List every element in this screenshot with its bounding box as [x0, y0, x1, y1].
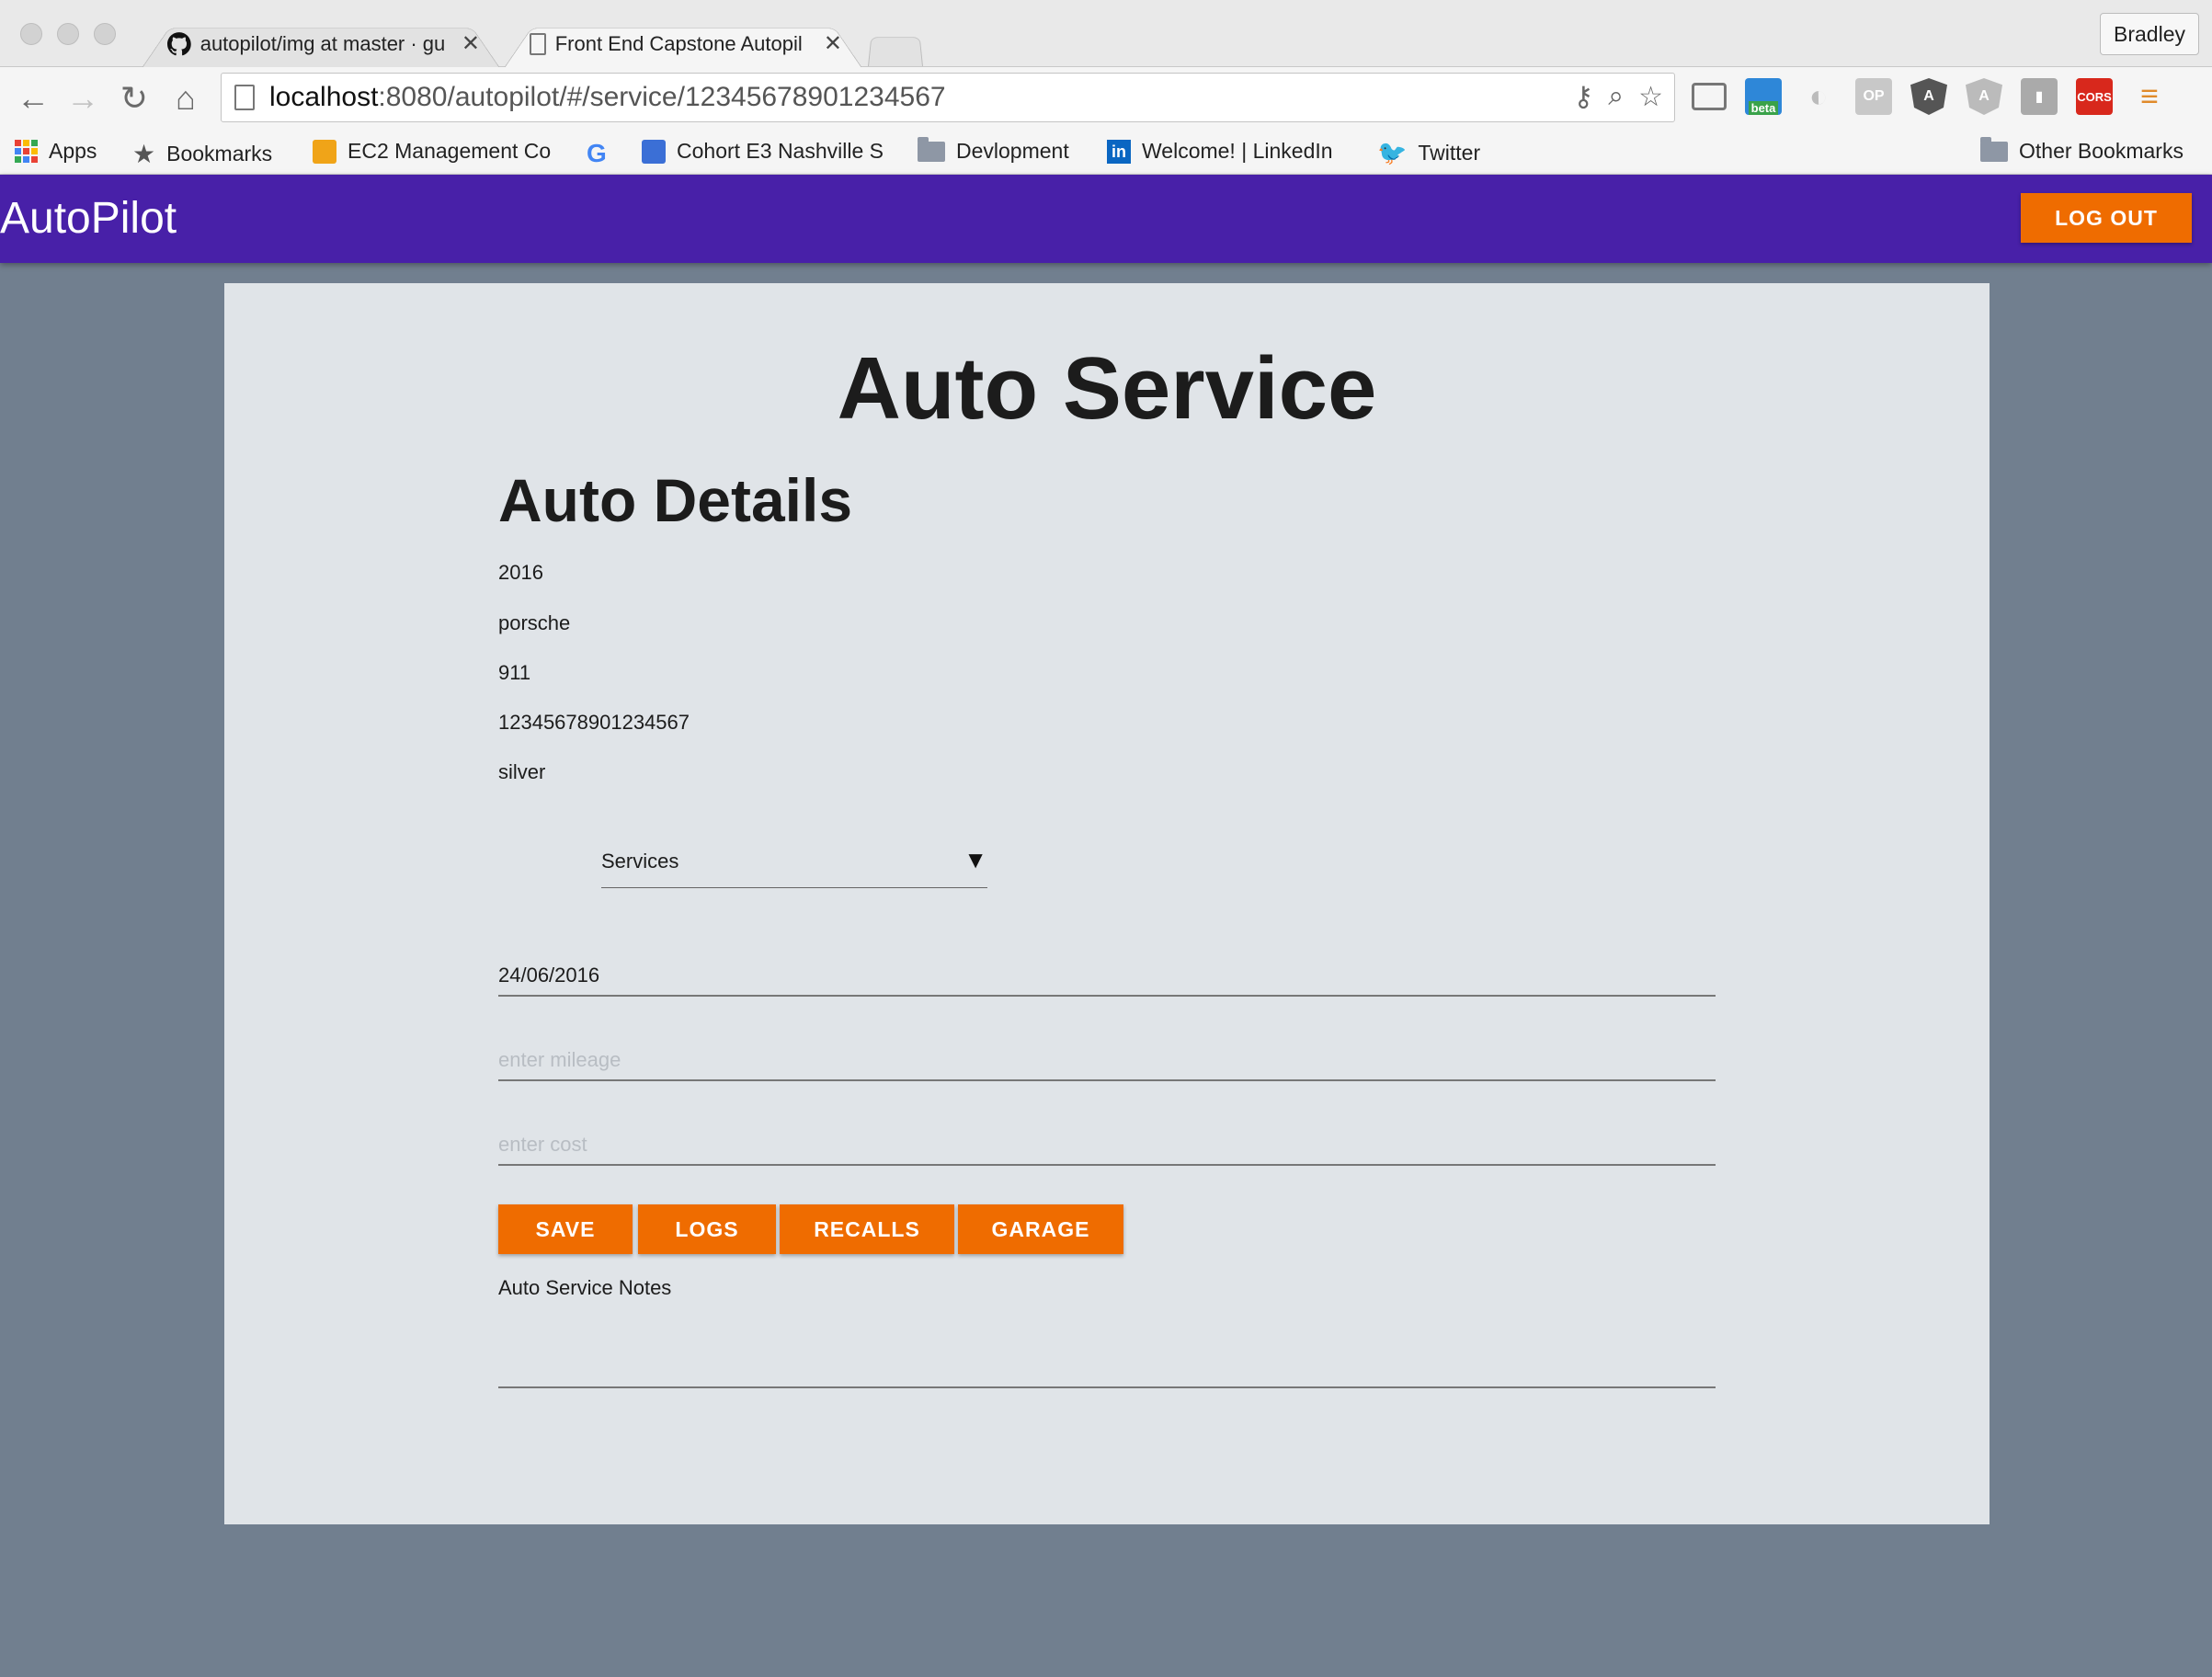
angular-extension-icon[interactable]: A — [1910, 78, 1947, 115]
save-button[interactable]: SAVE — [498, 1204, 633, 1254]
back-arrow-icon[interactable]: ← — [13, 78, 53, 119]
bookmark-label: Apps — [49, 139, 97, 163]
tab-close-icon[interactable]: ✕ — [462, 30, 480, 57]
beta-label: beta — [1748, 101, 1779, 115]
tab-title: Front End Capstone Autopil — [554, 31, 803, 55]
vehicle-model: 911 — [498, 661, 531, 684]
services-select-value: Services — [601, 850, 679, 873]
bookmark-apps[interactable]: Apps — [15, 139, 97, 164]
dropdown-arrow-icon: ▼ — [963, 846, 987, 873]
omnibox-icons: ⚷ ⌕ ☆ — [1573, 81, 1663, 113]
document-icon — [530, 32, 546, 55]
bookmark-devlopment[interactable]: Devlopment — [918, 136, 1069, 164]
aws-cube-icon — [313, 139, 336, 164]
new-tab-button[interactable] — [868, 37, 923, 66]
op-label: OP — [1863, 88, 1885, 104]
date-field[interactable]: 24/06/2016 — [498, 941, 1716, 997]
logout-button[interactable]: LOG OUT — [2021, 193, 2192, 243]
folder-icon — [1980, 136, 2008, 162]
folder-icon — [918, 136, 945, 162]
cors-label: CORS — [2077, 89, 2112, 104]
bookmark-label: Bookmarks — [166, 142, 273, 165]
key-icon[interactable]: ⚷ — [1573, 81, 1593, 113]
bookmark-other[interactable]: Other Bookmarks — [1980, 136, 2183, 164]
bookmark-label: Twitter — [1418, 141, 1481, 165]
url-host: localhost — [269, 82, 379, 112]
home-icon[interactable]: ⌂ — [165, 78, 206, 119]
vehicle-make: porsche — [498, 611, 571, 634]
reload-icon[interactable]: ↻ — [114, 78, 154, 119]
star-icon: ★ — [132, 140, 156, 168]
vehicle-vin: 12345678901234567 — [498, 711, 690, 734]
details-title: Auto Details — [498, 466, 853, 534]
panel-extension-icon[interactable]: ▮ — [2021, 78, 2058, 115]
menu-icon[interactable]: ≡ — [2131, 78, 2168, 115]
logs-button[interactable]: LOGS — [638, 1204, 776, 1254]
linkedin-icon: in — [1107, 139, 1131, 164]
cast-icon[interactable] — [1692, 83, 1727, 110]
bookmark-label: EC2 Management Co — [348, 139, 552, 163]
notes-label: Auto Service Notes — [498, 1276, 672, 1299]
sync-extension-icon[interactable]: ◐ — [1800, 78, 1837, 115]
browser-chrome: autopilot/img at master · gu ✕ Front End… — [0, 0, 2212, 175]
close-window-button[interactable] — [20, 23, 42, 45]
mileage-input[interactable]: enter mileage — [498, 1026, 1716, 1081]
url-path: :8080/autopilot/#/service/12345678901234… — [378, 82, 946, 112]
beta-extension-icon[interactable]: beta — [1745, 78, 1782, 115]
app-brand[interactable]: AutoPilot — [0, 193, 177, 244]
notes-textarea[interactable] — [498, 1386, 1716, 1388]
bookmark-label: Devlopment — [956, 139, 1069, 163]
recalls-button[interactable]: RECALLS — [780, 1204, 954, 1254]
tab-close-icon[interactable]: ✕ — [824, 30, 842, 57]
app-header: AutoPilot LOG OUT — [0, 175, 2212, 263]
address-bar[interactable]: localhost:8080/autopilot/#/service/12345… — [221, 73, 1675, 122]
profile-button[interactable]: Bradley — [2100, 13, 2199, 55]
bookmark-label: Cohort E3 Nashville S — [677, 139, 884, 163]
url-text: localhost:8080/autopilot/#/service/12345… — [269, 82, 946, 113]
vehicle-color: silver — [498, 760, 546, 783]
maximize-window-button[interactable] — [94, 23, 116, 45]
tab-title: autopilot/img at master · gu — [200, 31, 445, 55]
calendar-icon — [642, 139, 666, 164]
bookmark-label: Welcome! | LinkedIn — [1142, 139, 1333, 163]
bookmark-cohort[interactable]: Cohort E3 Nashville S — [642, 139, 884, 164]
twitter-bird-icon: 🐦 — [1377, 139, 1408, 166]
bookmark-label: Other Bookmarks — [2019, 139, 2183, 163]
github-icon — [167, 31, 191, 55]
mileage-placeholder: enter mileage — [498, 1048, 621, 1071]
page-title: Auto Service — [837, 339, 1377, 438]
op-extension-icon[interactable]: OP — [1855, 78, 1892, 115]
service-card: Auto Service Auto Details 2016 porsche 9… — [224, 283, 1990, 1524]
tab-github[interactable]: autopilot/img at master · gu ✕ — [142, 20, 500, 67]
tab-autopilot[interactable]: Front End Capstone Autopil ✕ — [504, 20, 862, 67]
cost-input[interactable]: enter cost — [498, 1111, 1716, 1166]
cost-placeholder: enter cost — [498, 1133, 587, 1156]
bookmarks-bar: Apps ★ Bookmarks EC2 Management Co G Coh… — [0, 130, 2212, 175]
minimize-window-button[interactable] — [57, 23, 79, 45]
angular-extension-icon-2[interactable]: A — [1966, 78, 2002, 115]
bookmark-bookmarks[interactable]: ★ Bookmarks — [132, 139, 272, 169]
vehicle-year: 2016 — [498, 561, 543, 584]
cors-extension-icon[interactable]: CORS — [2076, 78, 2113, 115]
bookmark-star-icon[interactable]: ☆ — [1638, 81, 1663, 113]
services-select[interactable]: Services ▼ — [601, 833, 987, 888]
google-g-icon: G — [587, 139, 607, 167]
page-info-icon[interactable] — [234, 85, 255, 110]
tab-strip: autopilot/img at master · gu ✕ Front End… — [0, 0, 2212, 69]
garage-button[interactable]: GARAGE — [958, 1204, 1123, 1254]
bookmark-linkedin[interactable]: in Welcome! | LinkedIn — [1107, 139, 1333, 164]
bookmark-google[interactable]: G — [587, 139, 607, 168]
forward-arrow-icon[interactable]: → — [63, 78, 103, 119]
date-value: 24/06/2016 — [498, 964, 600, 987]
extension-icons: beta ◐ OP A A ▮ CORS ≡ — [1692, 78, 2168, 115]
bookmark-twitter[interactable]: 🐦 Twitter — [1377, 139, 1480, 167]
apps-grid-icon — [15, 140, 38, 163]
zoom-icon[interactable]: ⌕ — [1608, 81, 1624, 113]
bookmark-ec2[interactable]: EC2 Management Co — [313, 139, 551, 164]
browser-toolbar: ← → ↻ ⌂ localhost:8080/autopilot/#/servi… — [0, 67, 2212, 130]
